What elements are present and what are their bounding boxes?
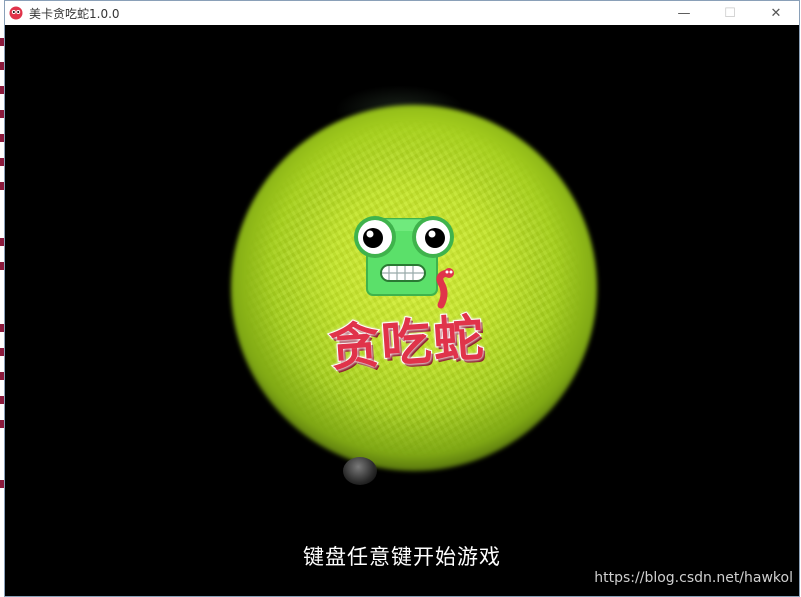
minimize-button[interactable]: — (661, 1, 707, 25)
watermark: https://blog.csdn.net/hawkol (594, 570, 793, 586)
close-button[interactable]: ✕ (753, 1, 799, 25)
snake-app-icon (9, 6, 23, 20)
window-controls: — ☐ ✕ (661, 1, 799, 25)
game-logo: 贪吃蛇 (301, 205, 505, 378)
logo-title: 贪吃蛇 (326, 308, 488, 379)
title-bar[interactable]: 美卡贪吃蛇1.0.0 — ☐ ✕ (5, 1, 799, 25)
window-title: 美卡贪吃蛇1.0.0 (29, 6, 120, 21)
start-prompt: 键盘任意键开始游戏 (303, 545, 501, 569)
maximize-button[interactable]: ☐ (707, 1, 753, 25)
dim-ball-shape (343, 457, 377, 485)
game-window: 美卡贪吃蛇1.0.0 — ☐ ✕ 贪吃蛇 键盘任意键开始游戏 https://b… (4, 0, 800, 597)
game-canvas[interactable]: 贪吃蛇 键盘任意键开始游戏 https://blog.csdn.net/hawk… (5, 25, 799, 596)
